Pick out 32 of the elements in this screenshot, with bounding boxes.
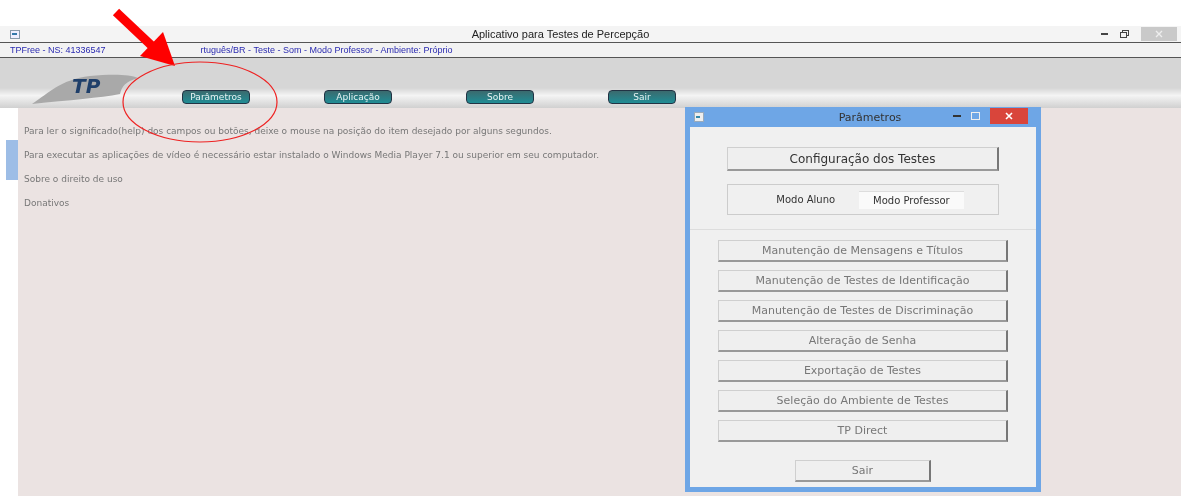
app-icon	[10, 29, 20, 39]
status-text: TPFree - NS: 41336547	[10, 45, 106, 55]
menu-button[interactable]: Exportação de Testes	[718, 360, 1008, 382]
selection-marker	[6, 140, 18, 180]
menu-button[interactable]: Alteração de Senha	[718, 330, 1008, 352]
menu-button[interactable]: Manutenção de Testes de Identificação	[718, 270, 1008, 292]
dialog-title: Parâmetros	[838, 110, 902, 124]
menu-button[interactable]: Manutenção de Testes de Discriminação	[718, 300, 1008, 322]
maximize-icon[interactable]	[971, 112, 980, 120]
close-icon[interactable]	[990, 108, 1028, 124]
window-icon	[694, 112, 704, 122]
menu-button[interactable]: Manutenção de Mensagens e Títulos	[718, 240, 1008, 262]
close-icon[interactable]	[1141, 27, 1177, 41]
mode-option[interactable]: Modo Aluno	[762, 191, 850, 208]
nav-button[interactable]: Aplicação	[324, 90, 392, 104]
nav-button[interactable]: Parâmetros	[182, 90, 250, 104]
nav-button[interactable]: Sair	[608, 90, 676, 104]
status-text: rtuguês/BR - Teste - Som - Modo Professor - Ambiente: Próprio	[200, 45, 453, 55]
info-text: Sobre o direito de uso	[24, 174, 123, 185]
window-title: Aplicativo para Testes de Percepção	[470, 28, 651, 40]
menu-button[interactable]: Seleção do Ambiente de Testes	[718, 390, 1008, 412]
logo-text: TP	[72, 74, 101, 98]
menu-button[interactable]: TP Direct	[718, 420, 1008, 442]
annotation-arrow	[112, 8, 175, 66]
info-text: Para ler o significado(help) dos campos ou botões, deixe o mouse na posição do item desejado por alguns segundos.	[24, 126, 552, 137]
configuration-button[interactable]: Configuração dos Testes	[727, 147, 999, 171]
info-text: Para executar as aplicações de vídeo é necessário estar instalado o Windows Media Player 7.1 ou superior em seu computador.	[24, 150, 600, 161]
info-text: Donativos	[24, 198, 70, 209]
mode-option[interactable]: Modo Professor	[859, 190, 964, 209]
restore-icon[interactable]	[1120, 30, 1129, 38]
nav-button[interactable]: Sobre	[466, 90, 534, 104]
exit-button[interactable]: Sair	[795, 460, 931, 482]
